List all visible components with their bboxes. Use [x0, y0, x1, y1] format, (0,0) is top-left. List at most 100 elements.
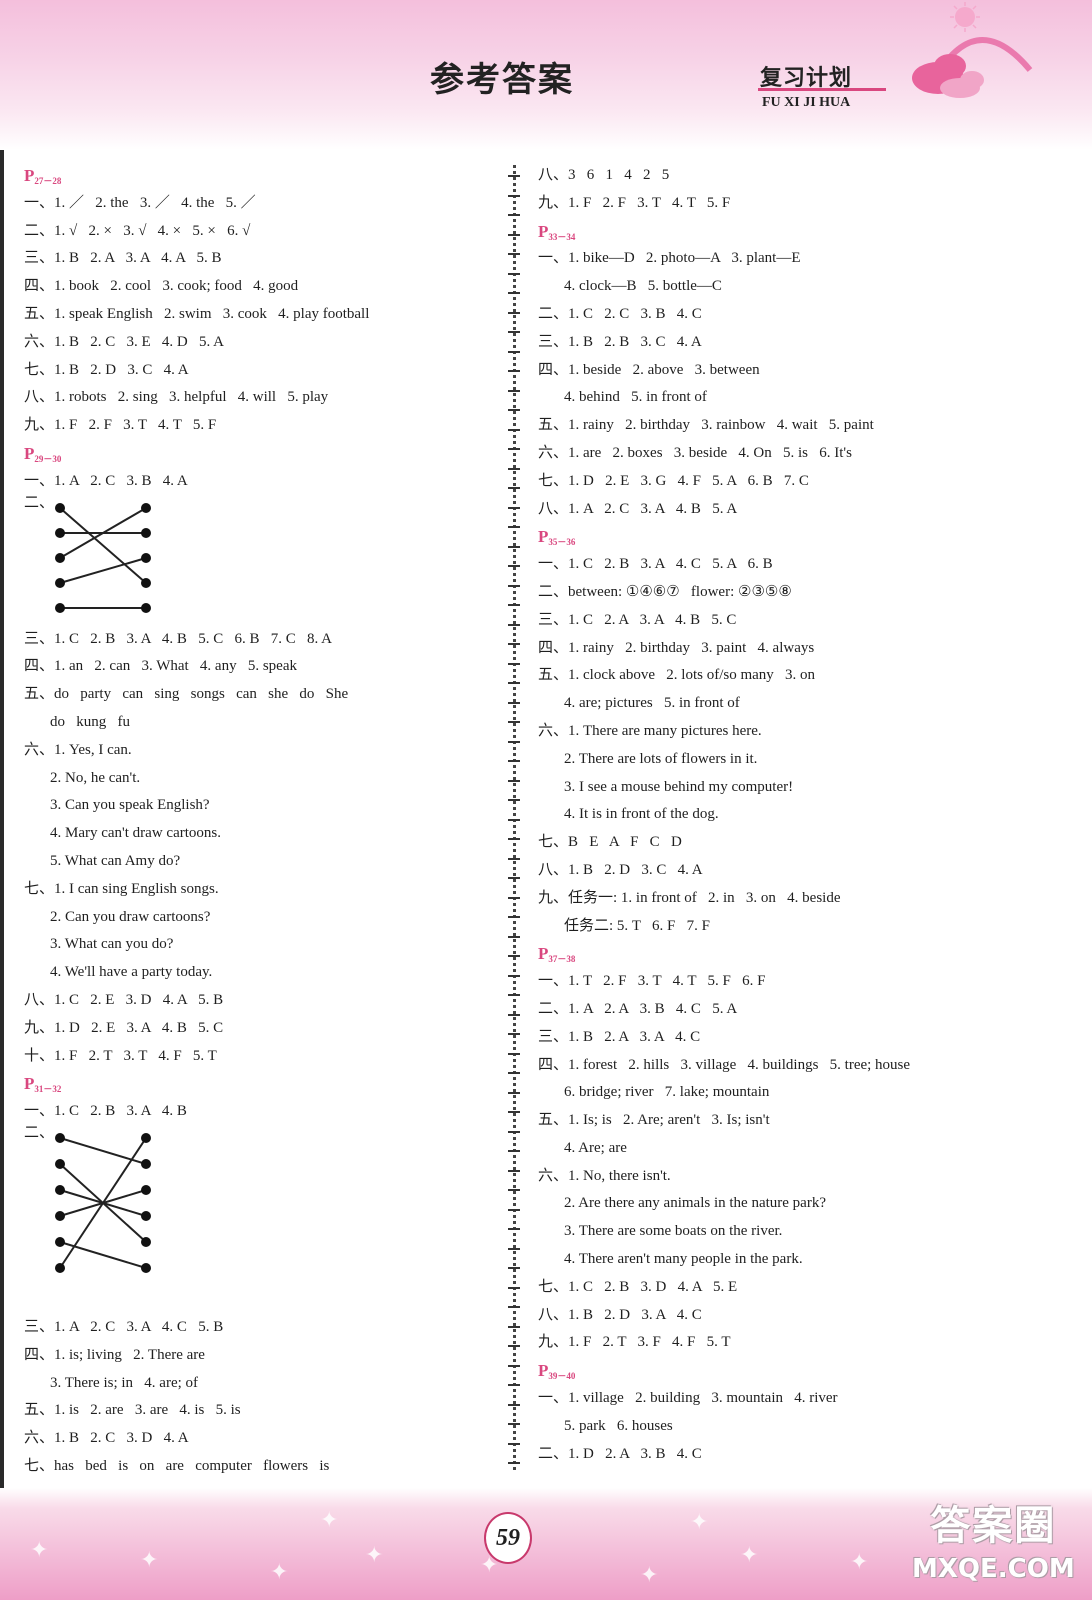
divider-tick: [508, 272, 520, 275]
answer-row: 七、1. D 2. E 3. G 4. F 5. A 6. B 7. C: [538, 472, 809, 489]
divider-tick: [508, 896, 520, 899]
divider-tick: [508, 545, 520, 548]
answer-row: 七、1. I can sing English songs.: [24, 880, 219, 897]
match-line: [59, 1240, 147, 1269]
answer-row-continued: 2. Are there any animals in the nature p…: [564, 1195, 826, 1212]
divider-tick: [508, 292, 520, 294]
section-heading-p29-30: P29－30: [24, 443, 62, 464]
answer-row-continued: 2. Can you draw cartoons?: [50, 908, 211, 925]
answer-row: 三、1. B 2. A 3. A 4. A 5. B: [24, 250, 222, 267]
answer-row-continued: 4. behind 5. in front of: [564, 389, 707, 406]
answer-row: 九、1. F 2. T 3. F 4. F 5. T: [538, 1334, 731, 1351]
sparkle-icon: ✦: [850, 1550, 869, 1575]
divider-tick: [508, 740, 520, 743]
divider-tick: [508, 1052, 520, 1055]
answer-row: 四、1. beside 2. above 3. between: [538, 361, 760, 378]
cloud-icon: [912, 54, 984, 98]
divider-tick: [508, 1208, 520, 1211]
answer-row: 九、1. D 2. E 3. A 4. B 5. C: [24, 1019, 224, 1036]
answer-row: 三、1. B 2. B 3. C 4. A: [538, 333, 702, 350]
answer-row: 八、1. B 2. D 3. A 4. C: [538, 1306, 702, 1323]
answer-row: 一、1. village 2. building 3. mountain 4. …: [538, 1390, 838, 1407]
answer-row: 五、1. rainy 2. birthday 3. rainbow 4. wai…: [538, 417, 874, 434]
divider-tick: [508, 448, 520, 450]
answer-row-continued: 4. We'll have a party today.: [50, 964, 213, 981]
answer-row: 六、1. There are many pictures here.: [538, 722, 762, 739]
answer-row: 九、任务一: 1. in front of 2. in 3. on 4. bes…: [538, 889, 841, 906]
divider-tick: [508, 721, 520, 723]
divider-tick: [508, 311, 520, 314]
section-heading-p31-32: P31－32: [24, 1074, 62, 1095]
divider-tick: [508, 1228, 520, 1230]
answer-row: 一、1. A 2. C 3. B 4. A: [24, 472, 188, 489]
answer-row: 七、has bed is on are computer flowers is: [24, 1457, 330, 1474]
sparkle-icon: ✦: [270, 1560, 289, 1585]
divider-tick: [508, 1091, 520, 1094]
divider-tick: [508, 1403, 520, 1406]
match-line: [59, 1137, 147, 1269]
match-dot-right: [141, 1262, 151, 1273]
divider-tick: [508, 682, 520, 684]
divider-tick: [508, 1189, 520, 1191]
answer-row-continued: 2. No, he can't.: [50, 769, 141, 786]
match-dot-left: [55, 1184, 65, 1195]
divider-tick: [508, 1384, 520, 1386]
sparkle-icon: ✦: [320, 1508, 339, 1533]
match-dot-left: [55, 1158, 65, 1169]
divider-tick: [508, 389, 520, 392]
answer-row: 四、1. forest 2. hills 3. village 4. build…: [538, 1056, 911, 1073]
sparkle-icon: ✦: [640, 1563, 659, 1588]
answer-row-continued: 4. Mary can't draw cartoons.: [50, 825, 221, 842]
divider-tick: [508, 1364, 520, 1367]
match-dot-right: [141, 552, 151, 563]
page-number: 59: [484, 1512, 532, 1564]
divider-tick: [508, 1033, 520, 1035]
sun-rainbow-cloud-icon: [912, 2, 1033, 98]
divider-tick: [508, 565, 520, 567]
divider-tick: [508, 526, 520, 528]
divider-tick: [508, 955, 520, 957]
left-column: P27－28 一、1. ／ 2. the 3. ／ 4. the 5. ／ 二、1…: [24, 162, 484, 1481]
divider-tick: [508, 1462, 520, 1464]
answer-row: 五、1. is 2. are 3. are 4. is 5. is: [24, 1402, 241, 1419]
divider-tick: [508, 779, 520, 782]
match-dot-left: [55, 577, 65, 588]
section-heading-p39-40: P39－40: [538, 1361, 576, 1382]
answer-row: 九、1. F 2. F 3. T 4. T 5. F: [538, 194, 731, 211]
divider-tick: [508, 1013, 520, 1016]
divider-tick: [508, 584, 520, 587]
divider-tick: [508, 1267, 520, 1269]
divider-tick: [508, 818, 520, 821]
answer-row: 十、1. F 2. T 3. T 4. F 5. T: [24, 1047, 217, 1064]
answer-row: 三、1. C 2. A 3. A 4. B 5. C: [538, 611, 737, 628]
divider-tick: [508, 428, 520, 431]
sparkle-icon: ✦: [740, 1543, 759, 1568]
answer-row-continued: 6. bridge; river 7. lake; mountain: [564, 1084, 770, 1101]
match-dot-left: [55, 602, 65, 613]
section-heading-p35-36: P35－36: [538, 527, 576, 548]
match-dot-left: [55, 1210, 65, 1221]
answer-row: 六、1. are 2. boxes 3. beside 4. On 5. is …: [538, 444, 852, 461]
sparkle-icon: ✦: [140, 1548, 159, 1573]
divider-tick: [508, 916, 520, 918]
section-heading-p33-34: P33－34: [538, 221, 576, 242]
answer-row-continued: 3. There are some boats on the river.: [564, 1223, 783, 1240]
match-line: [59, 1136, 147, 1165]
page-header: 参考答案 复习计划 FU XI JI HUA: [0, 0, 1092, 150]
answer-row: 六、1. B 2. C 3. E 4. D 5. A: [24, 333, 225, 350]
divider-tick: [508, 467, 520, 470]
matching-diagram-p29-30: 二、: [24, 495, 484, 626]
match-dot-right: [141, 1210, 151, 1221]
divider-tick: [508, 506, 520, 509]
answer-row-continued: 4. Are; are: [564, 1139, 627, 1156]
match-dot-right: [141, 602, 151, 613]
answer-row-continued: 2. There are lots of flowers in it.: [564, 750, 758, 767]
answer-row-continued: 3. I see a mouse behind my computer!: [564, 778, 794, 795]
match-dot-right: [141, 1132, 151, 1143]
match-dot-right: [141, 1184, 151, 1195]
divider-tick: [508, 604, 520, 606]
match-line: [59, 506, 147, 584]
divider-tick: [508, 1111, 520, 1113]
answer-row-continued: 4. There aren't many people in the park.: [564, 1251, 803, 1268]
sparkle-icon: ✦: [365, 1543, 384, 1568]
